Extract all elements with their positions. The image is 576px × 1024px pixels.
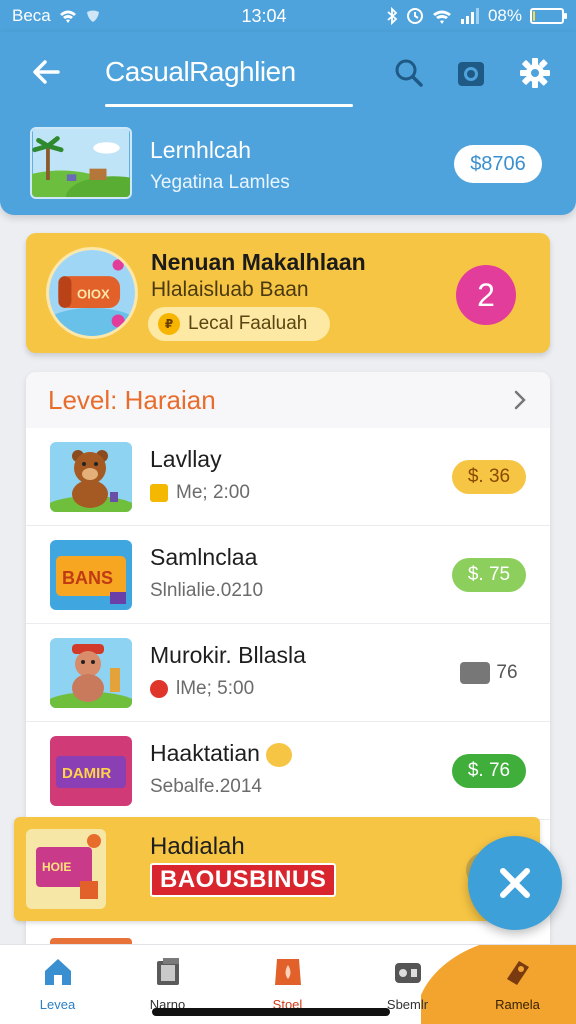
- signal-icon: [460, 8, 479, 24]
- price-badge[interactable]: $. 36: [452, 460, 526, 494]
- battery-percent: 08%: [487, 6, 522, 25]
- item-meta: Slnlialie.0210: [150, 580, 263, 602]
- item-name-text: Haaktatian: [150, 740, 260, 766]
- price-badge[interactable]: $. 76: [452, 754, 526, 788]
- bonus-name: Hadialah: [150, 833, 245, 860]
- item-meta: Sebalfe.2014: [150, 776, 262, 798]
- item-meta: lMe; 5:00: [150, 678, 254, 700]
- list-item[interactable]: Murokir. Bllasla lMe; 5:00 76: [26, 624, 550, 722]
- game-logo-thumbnail: DAMIR: [50, 736, 132, 806]
- wifi-icon: [59, 10, 76, 23]
- bonus-item[interactable]: HOIE Hadialah BAOUSBINUS: [14, 817, 540, 921]
- list-header-title: Level: Haraian: [48, 384, 216, 415]
- item-meta-text: Sebalfe.2014: [150, 776, 262, 797]
- search-icon[interactable]: [392, 56, 426, 90]
- book-icon: [156, 958, 179, 985]
- home-indicator: [152, 1008, 390, 1016]
- game-logo-thumbnail: BANS: [50, 540, 132, 610]
- tag-icon: [460, 662, 491, 684]
- featured-count-badge[interactable]: 2: [456, 265, 516, 325]
- nav-item-rewards[interactable]: Ramela: [460, 945, 575, 1024]
- ticket-icon: [506, 961, 529, 985]
- heart-icon: [150, 680, 168, 698]
- featured-subtitle: Hlalaisluab Baan: [151, 278, 309, 301]
- nav-item-levels[interactable]: Levea: [0, 945, 115, 1024]
- battery-fill: [533, 11, 536, 21]
- svg-text:DAMIR: DAMIR: [62, 765, 111, 782]
- list-item[interactable]: BANS Samlnclaa Slnlialie.0210 $. 75: [26, 526, 550, 624]
- bear-thumbnail: [50, 442, 132, 512]
- bluetooth-icon: [387, 7, 398, 25]
- item-name: Samlnclaa: [150, 544, 258, 570]
- gear-icon[interactable]: [518, 56, 552, 90]
- list-item[interactable]: Lavllay Me; 2:00 $. 36: [26, 428, 550, 526]
- profile-thumbnail[interactable]: [30, 127, 132, 199]
- profile-name: Lernhlcah: [150, 137, 252, 163]
- chick-icon: [266, 742, 293, 767]
- price-value: 76: [496, 662, 518, 683]
- nav-label: Ramela: [495, 997, 540, 1012]
- clock-icon: [150, 484, 168, 502]
- coin-icon: ₽: [158, 313, 180, 335]
- clock: 13:04: [241, 5, 287, 26]
- svg-text:OIOX: OIOX: [77, 287, 110, 302]
- controller-icon: [394, 963, 421, 983]
- nav-label: Sbemlr: [386, 997, 429, 1012]
- status-bar: Beca 13:04 08%: [0, 0, 576, 32]
- balance-badge[interactable]: $8706: [454, 145, 542, 183]
- featured-badge[interactable]: ₽ Lecal Faaluah: [148, 307, 330, 341]
- item-name: Murokir. Bllasla: [150, 642, 306, 668]
- back-arrow-icon[interactable]: [28, 54, 64, 90]
- list-item[interactable]: DAMIR Haaktatian Sebalfe.2014 $. 76: [26, 722, 550, 820]
- home-icon: [44, 959, 71, 985]
- nav-label: Levea: [39, 997, 76, 1012]
- list-header[interactable]: Level: Haraian: [26, 372, 550, 428]
- character-thumbnail: [50, 638, 132, 708]
- price-badge[interactable]: 76: [452, 656, 526, 690]
- featured-card[interactable]: OIOX Nenuan Makalhlaan Hlalaisluab Baan …: [26, 233, 550, 353]
- bonus-banner: BAOUSBINUS: [150, 863, 337, 897]
- bonus-thumbnail: HOIE: [26, 829, 106, 909]
- wifi-icon: [432, 10, 451, 24]
- item-meta-text: lMe; 5:00: [176, 678, 255, 699]
- close-icon: [500, 868, 530, 898]
- featured-badge-label: Lecal Faaluah: [188, 313, 308, 334]
- shield-icon: [86, 10, 99, 22]
- featured-title: Nenuan Makalhlaan: [151, 249, 366, 275]
- chevron-right-icon[interactable]: [508, 388, 532, 412]
- app-header: CasualRaghlien Lernhlcah Yegatina Lamles…: [0, 32, 576, 215]
- alarm-icon: [406, 8, 423, 24]
- item-meta: Me; 2:00: [150, 482, 250, 504]
- svg-text:BANS: BANS: [62, 568, 113, 588]
- carrier-label: Beca: [12, 6, 51, 25]
- svg-text:HOIE: HOIE: [42, 860, 71, 874]
- camera-icon[interactable]: [454, 56, 488, 90]
- battery-icon: [530, 8, 567, 24]
- featured-image: OIOX: [46, 247, 138, 339]
- item-meta-text: Me; 2:00: [176, 482, 250, 503]
- price-badge[interactable]: $. 75: [452, 558, 526, 592]
- landscape-image: [32, 129, 130, 197]
- profile-subtitle: Yegatina Lamles: [150, 172, 290, 193]
- title-underline: [105, 104, 353, 107]
- item-name: Haaktatian: [150, 740, 293, 767]
- page-title: CasualRaghlien: [105, 56, 296, 87]
- item-name: Lavllay: [150, 446, 222, 472]
- item-meta-text: Slnlialie.0210: [150, 580, 264, 601]
- close-fab-button[interactable]: [468, 836, 562, 930]
- store-icon: [274, 959, 301, 985]
